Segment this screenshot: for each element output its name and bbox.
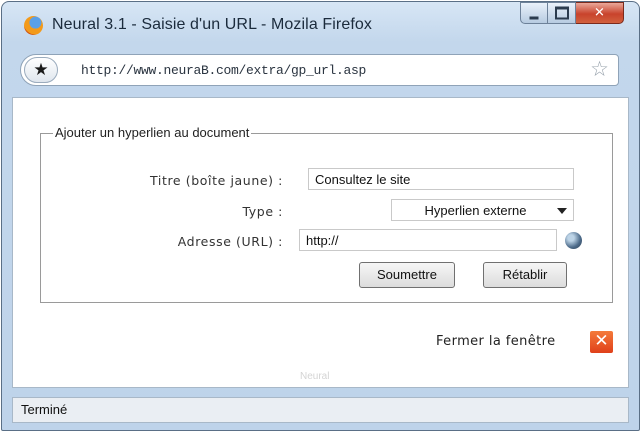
hyperlink-fieldset: Ajouter un hyperlien au document Titre (…	[40, 125, 613, 303]
maximize-button[interactable]	[548, 2, 576, 24]
title-label: Titre (boîte jaune) :	[150, 173, 283, 188]
close-icon: ✕	[594, 5, 605, 21]
close-window-button[interactable]: ✕	[576, 2, 624, 24]
status-text: Terminé	[21, 402, 68, 417]
page-content: Ajouter un hyperlien au document Titre (…	[12, 97, 629, 388]
footer-mark: Neural	[300, 371, 330, 382]
type-select[interactable]: Hyperlien externe	[391, 199, 574, 221]
title-bar: Neural 3.1 - Saisie d'un URL - Mozila Fi…	[2, 2, 639, 46]
minimize-button[interactable]	[520, 2, 548, 24]
address-bar[interactable]: ★ http://www.neuraB.com/extra/gp_url.asp…	[20, 54, 619, 86]
chevron-down-icon	[557, 208, 567, 214]
minimize-icon	[529, 16, 539, 20]
fieldset-legend: Ajouter un hyperlien au document	[53, 125, 252, 140]
title-input[interactable]: Consultez le site	[308, 168, 574, 190]
maximize-icon	[554, 6, 569, 20]
type-select-value: Hyperlien externe	[424, 203, 527, 218]
reset-button[interactable]: Rétablir	[483, 262, 567, 288]
browser-window: Neural 3.1 - Saisie d'un URL - Mozila Fi…	[1, 1, 640, 431]
close-window-link[interactable]: Fermer la fenêtre	[436, 334, 556, 349]
window-controls: ✕	[520, 2, 624, 26]
bookmark-star-icon[interactable]: ☆	[590, 57, 609, 81]
firefox-logo-icon	[24, 16, 43, 35]
close-icon[interactable]: ✕	[590, 331, 613, 353]
globe-icon[interactable]	[565, 232, 582, 249]
window-title: Neural 3.1 - Saisie d'un URL - Mozila Fi…	[52, 16, 372, 33]
star-icon[interactable]: ★	[24, 57, 58, 83]
submit-button[interactable]: Soumettre	[359, 262, 455, 288]
url-input[interactable]: http://	[299, 229, 557, 251]
type-label: Type :	[242, 204, 283, 219]
status-bar: Terminé	[12, 397, 629, 423]
url-text[interactable]: http://www.neuraB.com/extra/gp_url.asp	[81, 63, 366, 78]
address-label: Adresse (URL) :	[177, 234, 283, 249]
